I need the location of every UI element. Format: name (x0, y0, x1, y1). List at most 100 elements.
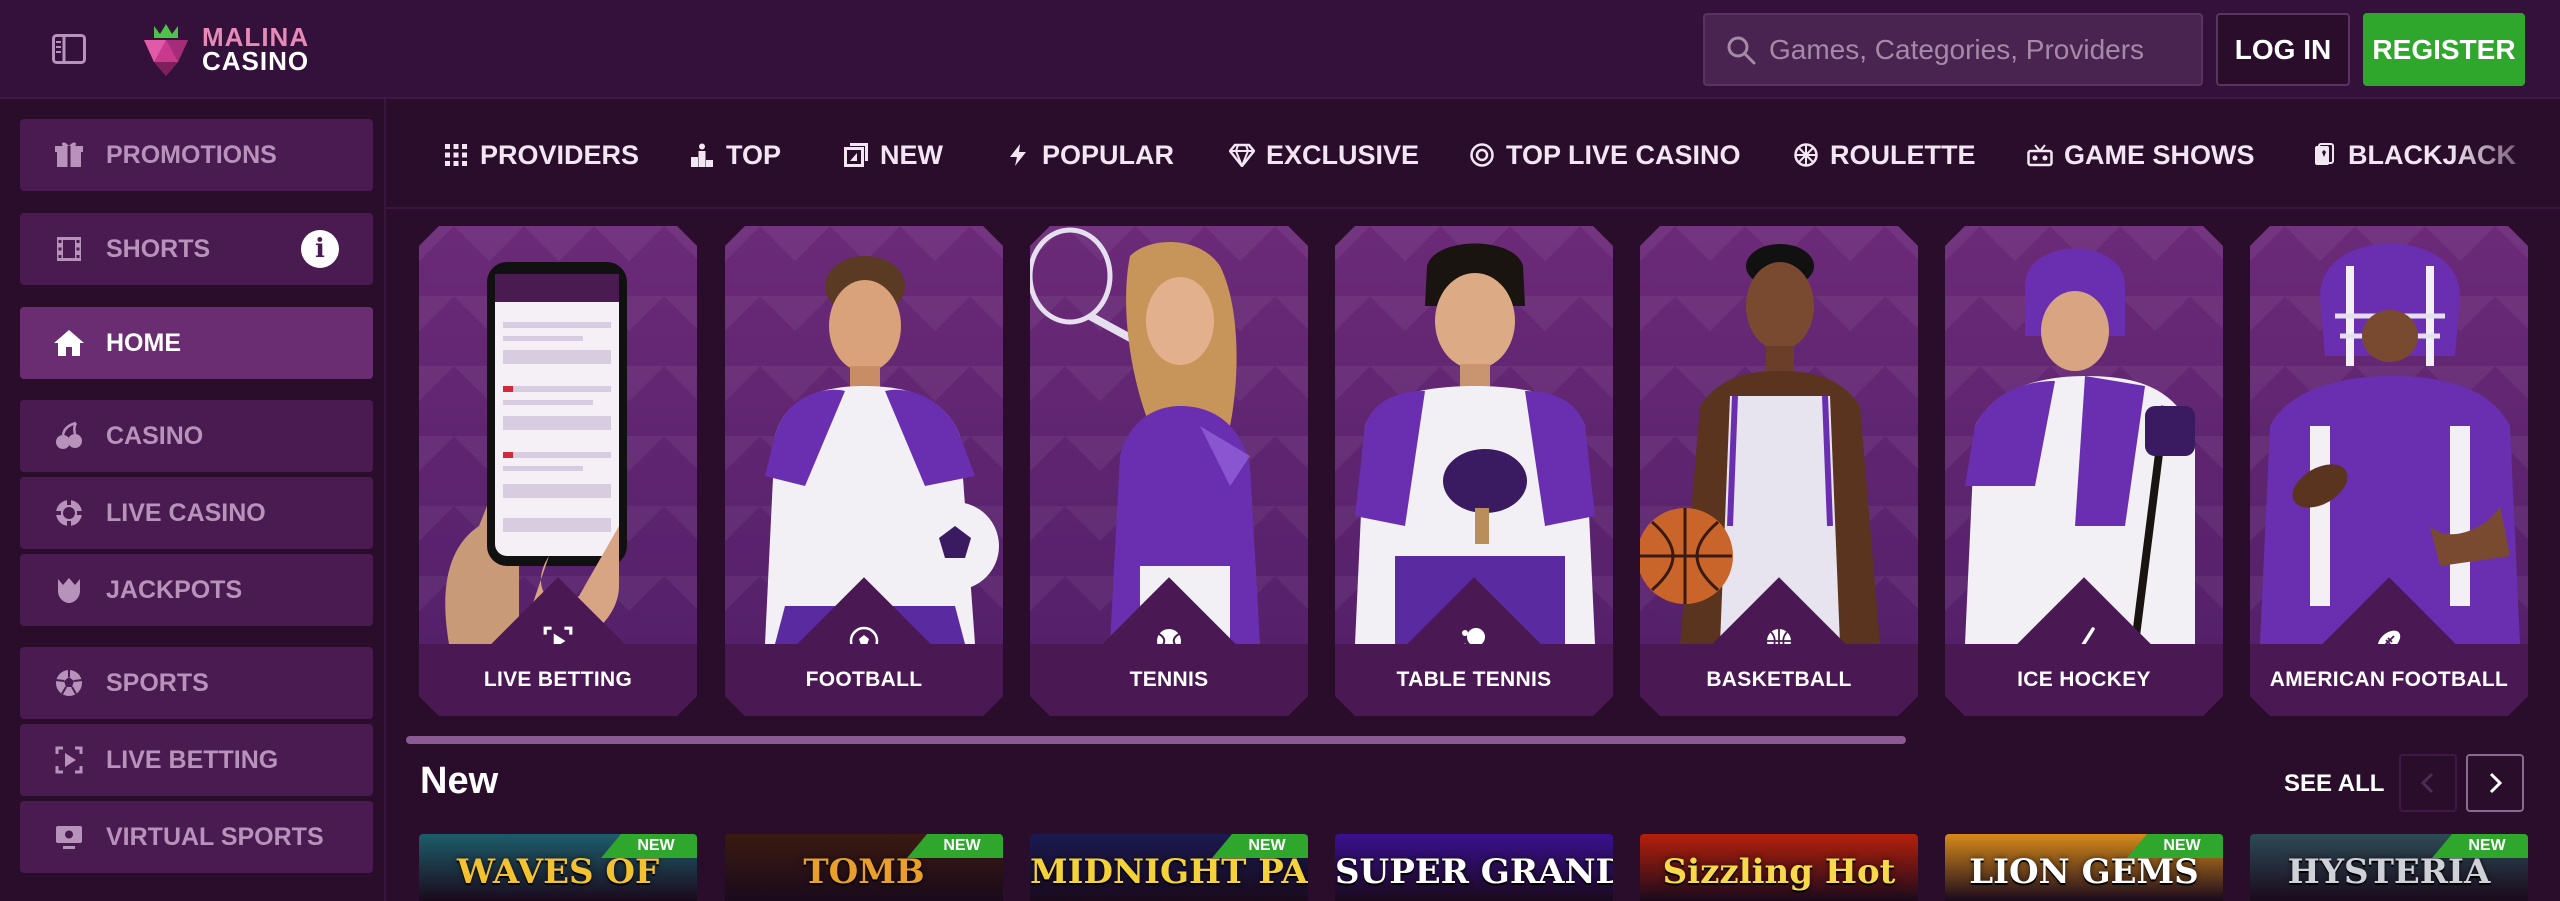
logo-text-casino: CASINO (202, 46, 310, 76)
top-header: MALINA CASINO LOG IN REGISTER (0, 0, 2560, 99)
chip-icon (1468, 141, 1496, 169)
game-tile[interactable]: SUPER GRAND (1335, 834, 1613, 901)
sport-card-live-betting[interactable]: LIVE BETTING (419, 226, 697, 716)
live-play-icon (52, 743, 86, 777)
sidebar-item-label: SHORTS (106, 234, 211, 263)
category-label: TOP (726, 139, 782, 170)
game-tile[interactable]: MIDNIGHT PACK NEW (1030, 834, 1308, 901)
sport-card-label: BASKETBALL (1640, 644, 1918, 716)
game-tile[interactable]: Sizzling Hot (1640, 834, 1918, 901)
film-icon (52, 232, 86, 266)
category-label: ROULETTE (1830, 139, 1976, 170)
chip-icon (52, 496, 86, 530)
category-providers[interactable]: PROVIDERS (442, 137, 639, 173)
new-badge: NEW (1212, 834, 1308, 858)
sidebar-item-sports[interactable]: SPORTS (20, 647, 373, 719)
sidebar-item-casino[interactable]: CASINO (20, 400, 373, 472)
category-roulette[interactable]: ROULETTE (1792, 137, 1976, 173)
sidebar-item-live-betting[interactable]: LIVE BETTING (20, 724, 373, 796)
sidebar-item-label: LIVE BETTING (106, 745, 279, 774)
register-button[interactable]: REGISTER (2363, 13, 2525, 86)
chevron-left-icon (2420, 772, 2434, 794)
sport-card-label: TENNIS (1030, 644, 1308, 716)
game-title: TOMB (803, 852, 925, 892)
game-title: MIDNIGHT PACK (1030, 852, 1308, 892)
podium-icon (688, 141, 716, 169)
raspberry-logo-icon (144, 24, 188, 76)
sidebar-item-label: SPORTS (106, 668, 209, 697)
sport-card-football[interactable]: FOOTBALL (725, 226, 1003, 716)
new-badge: NEW (907, 834, 1003, 858)
login-button[interactable]: LOG IN (2216, 13, 2350, 86)
search-icon (1727, 36, 1756, 64)
carousel-prev-button[interactable] (2399, 754, 2457, 812)
search-input[interactable] (1767, 32, 2191, 67)
sport-card-label: AMERICAN FOOTBALL (2250, 644, 2528, 716)
bolt-icon (1004, 141, 1032, 169)
category-label: POPULAR (1042, 139, 1175, 170)
category-label: GAME SHOWS (2064, 139, 2255, 170)
gameshow-icon (2026, 141, 2054, 169)
info-icon[interactable]: i (301, 230, 339, 268)
category-label: PROVIDERS (480, 139, 640, 170)
category-popular[interactable]: POPULAR (1004, 137, 1174, 173)
search-box[interactable] (1703, 13, 2203, 86)
cards-icon (2310, 141, 2338, 169)
game-title: WAVES OF (456, 852, 660, 892)
category-game-shows[interactable]: GAME SHOWS (2026, 137, 2255, 173)
gift-icon (52, 138, 86, 172)
sidebar: PROMOTIONS SHORTS i HOME CASINO LIVE CAS… (0, 99, 386, 901)
diamond-icon (1228, 141, 1256, 169)
game-title: HYSTERIA (2287, 852, 2491, 892)
sport-card-american-football[interactable]: AMERICAN FOOTBALL (2250, 226, 2528, 716)
category-label: NEW (880, 139, 943, 170)
game-tile[interactable]: WAVES OF NEW (419, 834, 697, 901)
monitor-icon (52, 820, 86, 854)
sidebar-item-label: HOME (106, 328, 181, 357)
game-tile[interactable]: HYSTERIA NEW (2250, 834, 2528, 901)
game-title: Sizzling Hot (1662, 852, 1896, 892)
soccer-ball-icon (52, 666, 86, 700)
sidebar-item-jackpots[interactable]: JACKPOTS (20, 554, 373, 626)
new-badge: NEW (601, 834, 697, 858)
cherries-icon (52, 419, 86, 453)
casino-logo[interactable]: MALINA CASINO (138, 20, 309, 78)
category-top[interactable]: TOP (688, 137, 781, 173)
sidebar-item-live-casino[interactable]: LIVE CASINO (20, 477, 373, 549)
sidebar-item-label: PROMOTIONS (106, 140, 277, 169)
category-top-live-casino[interactable]: TOP LIVE CASINO (1468, 137, 1741, 173)
category-exclusive[interactable]: EXCLUSIVE (1228, 137, 1419, 173)
new-badge: NEW (2432, 834, 2528, 858)
sidebar-item-home[interactable]: HOME (20, 307, 373, 379)
sidebar-item-virtual-sports[interactable]: VIRTUAL SPORTS (20, 801, 373, 873)
sport-card-tennis[interactable]: TENNIS (1030, 226, 1308, 716)
category-label: EXCLUSIVE (1266, 139, 1420, 170)
see-all-link[interactable]: SEE ALL (2284, 770, 2384, 798)
sidebar-item-label: LIVE CASINO (106, 498, 266, 527)
sport-card-label: ICE HOCKEY (1945, 644, 2223, 716)
category-new[interactable]: NEW (842, 137, 943, 173)
sport-card-label: LIVE BETTING (419, 644, 697, 716)
sport-card-basketball[interactable]: BASKETBALL (1640, 226, 1918, 716)
carousel-scrollbar-thumb[interactable] (406, 736, 1906, 744)
trophy-icon (52, 573, 86, 607)
game-tile[interactable]: LION GEMS NEW (1945, 834, 2223, 901)
new-badge: NEW (2127, 834, 2223, 858)
sidebar-item-promotions[interactable]: PROMOTIONS (20, 119, 373, 191)
game-tile[interactable]: TOMB NEW (725, 834, 1003, 901)
sidebar-item-shorts[interactable]: SHORTS i (20, 213, 373, 285)
sport-card-label: TABLE TENNIS (1335, 644, 1613, 716)
roulette-icon (1792, 141, 1820, 169)
grid-icon (442, 141, 470, 169)
sport-card-table-tennis[interactable]: TABLE TENNIS (1335, 226, 1613, 716)
sidebar-item-label: JACKPOTS (106, 575, 243, 604)
section-title-new: New (420, 760, 499, 802)
sport-card-label: FOOTBALL (725, 644, 1003, 716)
sport-card-ice-hockey[interactable]: ICE HOCKEY (1945, 226, 2223, 716)
category-scroll-fade (2450, 99, 2560, 207)
carousel-next-button[interactable] (2466, 754, 2524, 812)
sidebar-item-label: VIRTUAL SPORTS (106, 822, 324, 851)
chevron-right-icon (2489, 772, 2503, 794)
category-label: TOP LIVE CASINO (1506, 139, 1741, 170)
sidebar-toggle-icon[interactable] (52, 34, 86, 64)
